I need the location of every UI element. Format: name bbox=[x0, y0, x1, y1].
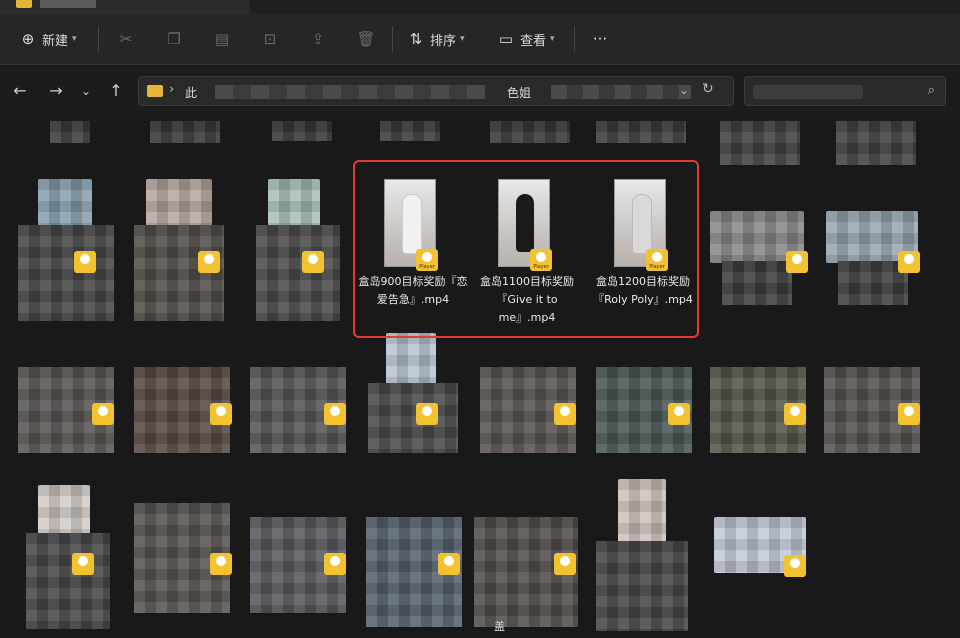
forward-button[interactable]: → bbox=[44, 79, 68, 103]
player-badge-icon bbox=[786, 251, 808, 273]
player-badge-icon bbox=[784, 555, 806, 577]
up-button[interactable]: ↑ bbox=[104, 79, 128, 103]
plus-circle-icon: ⊕ bbox=[21, 30, 35, 48]
player-badge-icon bbox=[668, 403, 690, 425]
pixelated-file-item[interactable] bbox=[368, 383, 458, 453]
folder-icon bbox=[16, 0, 32, 8]
pixelated-search-placeholder bbox=[753, 85, 863, 99]
navigation-bar: ← → ⌄ ↑ › 此 色姐 ⌄ ↻ ⌕ bbox=[0, 65, 960, 121]
recent-locations-button[interactable]: ⌄ bbox=[74, 79, 98, 103]
copy-icon: ❐ bbox=[167, 30, 181, 48]
paste-button[interactable]: ▤ bbox=[212, 14, 232, 64]
pixelated-file-item[interactable] bbox=[596, 541, 688, 631]
new-label: 新建 bbox=[42, 33, 69, 49]
toolbar-divider bbox=[392, 26, 393, 52]
pixelated-file-item[interactable] bbox=[26, 533, 110, 629]
clipboard-icon: ▤ bbox=[214, 30, 230, 48]
pixelated-filename bbox=[596, 121, 686, 143]
player-badge-icon bbox=[92, 403, 114, 425]
player-badge-icon bbox=[898, 403, 920, 425]
folder-icon bbox=[147, 85, 163, 97]
video-thumbnail[interactable] bbox=[386, 333, 436, 389]
video-thumbnail[interactable] bbox=[38, 485, 90, 539]
pixelated-file-item[interactable] bbox=[134, 225, 224, 321]
player-badge-icon bbox=[74, 251, 96, 273]
view-icon: ▭ bbox=[498, 30, 514, 48]
pixelated-breadcrumb bbox=[551, 85, 691, 99]
view-label: 查看 bbox=[520, 33, 547, 49]
toolbar-divider bbox=[98, 26, 99, 52]
player-badge-icon bbox=[416, 403, 438, 425]
partial-filename: 盖 bbox=[494, 620, 505, 633]
player-badge-icon bbox=[72, 553, 94, 575]
sort-button[interactable]: ⇅ 排序 ▾ bbox=[406, 14, 465, 64]
sort-arrows-icon: ⇅ bbox=[409, 30, 423, 48]
delete-button[interactable]: 🗑 bbox=[356, 14, 376, 64]
chevron-down-icon: ▾ bbox=[460, 34, 465, 44]
scissors-icon: ✂ bbox=[119, 30, 133, 48]
file-grid: Player 盒岛900目标奖励『恋爱告急』.mp4 Player 盒岛1100… bbox=[0, 121, 960, 638]
pixelated-filename bbox=[272, 121, 332, 141]
player-badge-icon bbox=[210, 403, 232, 425]
pixelated-breadcrumb bbox=[215, 85, 485, 99]
search-box[interactable]: ⌕ bbox=[744, 76, 946, 106]
pixelated-filename bbox=[150, 121, 220, 143]
player-badge-icon bbox=[198, 251, 220, 273]
breadcrumb-item[interactable]: 此 bbox=[185, 84, 197, 101]
pixelated-file-item[interactable] bbox=[256, 225, 340, 321]
more-icon: ··· bbox=[592, 30, 608, 48]
copy-button[interactable]: ❐ bbox=[164, 14, 184, 64]
pixelated-filename bbox=[490, 121, 570, 143]
chevron-down-icon: ▾ bbox=[72, 34, 77, 44]
more-button[interactable]: ··· bbox=[590, 14, 610, 64]
cut-button[interactable]: ✂ bbox=[116, 14, 136, 64]
pixelated-tab-title bbox=[40, 0, 96, 8]
search-icon: ⌕ bbox=[927, 83, 935, 98]
address-bar[interactable]: › 此 色姐 ⌄ bbox=[138, 76, 734, 106]
video-thumbnail[interactable] bbox=[618, 479, 666, 545]
pixelated-filename bbox=[50, 121, 90, 143]
sort-label: 排序 bbox=[430, 33, 457, 49]
player-badge-icon bbox=[898, 251, 920, 273]
player-badge-icon bbox=[554, 553, 576, 575]
rename-icon: ⊡ bbox=[263, 30, 277, 48]
player-badge-icon bbox=[324, 553, 346, 575]
breadcrumb-item[interactable]: 色姐 bbox=[507, 84, 531, 101]
player-badge-icon bbox=[324, 403, 346, 425]
address-dropdown-icon[interactable]: ⌄ bbox=[679, 83, 689, 97]
selection-highlight bbox=[353, 160, 699, 338]
pixelated-file-item[interactable] bbox=[18, 225, 114, 321]
back-button[interactable]: ← bbox=[8, 79, 32, 103]
pixelated-filename bbox=[380, 121, 440, 141]
player-badge-icon bbox=[302, 251, 324, 273]
view-button[interactable]: ▭ 查看 ▾ bbox=[496, 14, 555, 64]
command-bar: ⊕ 新建 ▾ ✂ ❐ ▤ ⊡ ⇪ 🗑 ⇅ 排序 ▾ ▭ 查看 ▾ ··· bbox=[0, 14, 960, 65]
share-button[interactable]: ⇪ bbox=[308, 14, 328, 64]
rename-button[interactable]: ⊡ bbox=[260, 14, 280, 64]
toolbar-divider bbox=[574, 26, 575, 52]
trash-icon: 🗑 bbox=[356, 30, 376, 48]
chevron-down-icon: ▾ bbox=[550, 34, 555, 44]
window-tab[interactable] bbox=[0, 0, 250, 14]
title-bar bbox=[0, 0, 960, 14]
refresh-icon[interactable]: ↻ bbox=[702, 81, 714, 97]
pixelated-filename bbox=[720, 121, 800, 165]
player-badge-icon bbox=[210, 553, 232, 575]
player-badge-icon bbox=[554, 403, 576, 425]
player-badge-icon bbox=[784, 403, 806, 425]
breadcrumb-chevron-icon: › bbox=[169, 82, 175, 97]
player-badge-icon bbox=[438, 553, 460, 575]
pixelated-filename bbox=[722, 261, 792, 305]
share-icon: ⇪ bbox=[311, 30, 325, 48]
new-button[interactable]: ⊕ 新建 ▾ bbox=[18, 14, 77, 64]
pixelated-filename bbox=[836, 121, 916, 165]
